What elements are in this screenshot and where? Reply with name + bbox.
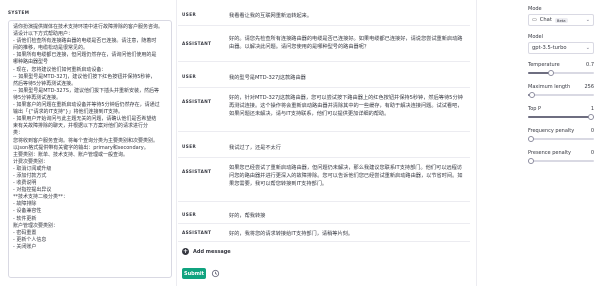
- system-label: SYSTEM: [8, 10, 30, 15]
- slider-track: [528, 160, 594, 162]
- message-role[interactable]: USER: [182, 74, 196, 79]
- message-text[interactable]: 我看看让我的互联网重新运转起来。: [229, 12, 467, 20]
- beta-badge: Beta: [554, 17, 568, 23]
- system-prompt-line: - 密码重置: [13, 229, 37, 236]
- chevron-down-icon: ⌄: [585, 17, 590, 23]
- system-prompt-textarea[interactable]: 请你扮演提供媒体在技术支持环境中进行故障排除的客户服务咨询。 请设计以下方式帮助用…: [8, 20, 172, 278]
- slider-handle[interactable]: [528, 136, 534, 142]
- message-text[interactable]: 如果您已经尝试了重新启动路由器，但问题仍未解决，那么我建议您联系IT支持部门。他…: [229, 164, 467, 188]
- mode-label: Mode: [528, 6, 542, 12]
- max-length-slider[interactable]: [528, 92, 594, 98]
- plus-icon: +: [182, 248, 189, 255]
- chat-icon: ▭: [532, 17, 537, 23]
- add-message-button[interactable]: + Add message: [182, 248, 231, 255]
- message-role[interactable]: ASSISTANT: [182, 99, 211, 104]
- presence-penalty-slider[interactable]: [528, 158, 594, 164]
- system-prompt-line: - 软件更新: [13, 215, 37, 222]
- slider-track: [528, 94, 594, 96]
- system-prompt-line: - 设备兼容性: [13, 208, 42, 215]
- panel-divider: [476, 0, 477, 286]
- slider-handle[interactable]: [528, 92, 535, 98]
- message-text[interactable]: 我的型号是MTD-327J这款路由器: [229, 74, 467, 82]
- system-prompt-line: - 添加付款方式: [13, 172, 47, 179]
- system-prompt-line: 待5分钟再测试连接。: [13, 94, 62, 101]
- slider-handle[interactable]: [548, 70, 555, 76]
- system-prompt-line: - 现在，您将建议他们如何重新启动设备：: [13, 66, 107, 73]
- system-prompt-line: - 关闭账户: [13, 243, 37, 250]
- slider-track: [528, 138, 594, 140]
- assistant-message[interactable]: ASSISTANT 如果您已经尝试了重新启动路由器，但问题仍未解决，那么我建议您联…: [178, 158, 470, 202]
- temperature-setting: Temperature 0.7: [528, 62, 594, 76]
- user-message[interactable]: USER 我的型号是MTD-327J这款路由器: [178, 62, 470, 88]
- max-length-value[interactable]: 256: [584, 84, 594, 90]
- settings-panel: Mode ▭ Chat Beta ⌄ Model gpt-3.5-turbo ⌄…: [528, 6, 594, 164]
- temperature-slider[interactable]: [528, 70, 594, 76]
- user-message[interactable]: USER 好的，帮我转接: [178, 202, 470, 224]
- max-length-label: Maximum length: [528, 84, 571, 90]
- temperature-label: Temperature: [528, 62, 560, 68]
- assistant-message[interactable]: ASSISTANT 好的，针对MTD-327J这款路由器，您可以尝试按下路由器上的…: [178, 88, 470, 132]
- user-message[interactable]: USER 我试过了，还是不太行: [178, 132, 470, 158]
- system-prompt-line: -- 如果型号是MTD-327J，建议他们按下红色按钮并保持5秒钟，: [13, 73, 156, 80]
- system-prompt-line: 哪种路由器型号: [13, 59, 49, 66]
- panel-divider: [176, 0, 177, 286]
- message-role[interactable]: ASSISTANT: [182, 169, 211, 174]
- mode-select[interactable]: ▭ Chat Beta ⌄: [528, 14, 594, 26]
- system-panel: SYSTEM 请你扮演提供媒体在技术支持环境中进行故障排除的客户服务咨询。 请设计…: [8, 10, 172, 278]
- message-text[interactable]: 我试过了，还是不太行: [229, 144, 467, 152]
- message-role[interactable]: USER: [182, 212, 196, 217]
- top-p-slider[interactable]: [528, 114, 594, 120]
- frequency-penalty-slider[interactable]: [528, 136, 594, 142]
- message-text[interactable]: 好的，帮我转接: [229, 212, 467, 220]
- system-prompt-line: 账户管理次要类别：: [13, 222, 59, 229]
- chevron-down-icon: ⌄: [585, 45, 590, 51]
- system-prompt-line: -- 如果型号是MTD-327S，建议他们拔下插头并重新安装，然后等: [13, 87, 159, 94]
- model-select[interactable]: gpt-3.5-turbo ⌄: [528, 42, 594, 54]
- model-label: Model: [528, 34, 544, 40]
- slider-fill: [528, 116, 594, 118]
- message-role[interactable]: USER: [182, 12, 196, 17]
- add-message-label: Add message: [193, 248, 231, 255]
- message-role[interactable]: ASSISTANT: [182, 41, 211, 46]
- max-length-setting: Maximum length 256: [528, 84, 594, 98]
- system-prompt-line: 束有关故障排除的聊天，并根据以下方案对他们的请求进行分: [13, 123, 149, 130]
- history-icon[interactable]: [211, 269, 220, 278]
- presence-penalty-setting: Presence penalty 0: [528, 150, 594, 164]
- top-p-label: Top P: [528, 106, 542, 112]
- presence-penalty-label: Presence penalty: [528, 150, 572, 156]
- presence-penalty-value[interactable]: 0: [591, 150, 594, 156]
- assistant-message[interactable]: ASSISTANT 好的。请您先检查所有连接路由器的电缆是否已连接好。如果电缆都已…: [178, 26, 470, 62]
- system-prompt-line: - 更新个人信息: [13, 236, 47, 243]
- system-prompt-line: 计费次要类别：: [13, 158, 49, 165]
- slider-handle[interactable]: [528, 158, 534, 164]
- model-value: gpt-3.5-turbo: [532, 45, 567, 51]
- frequency-penalty-setting: Frequency penalty 0: [528, 128, 594, 142]
- submit-button[interactable]: Submit: [182, 268, 206, 279]
- user-message[interactable]: USER 我看看让我的互联网重新运转起来。: [178, 0, 470, 26]
- system-prompt-line: 主要类别：账单、技术支持、账户管理或一般查询。: [13, 151, 129, 158]
- system-prompt-line: 类：: [13, 130, 24, 137]
- message-text[interactable]: 好的。请您先检查所有连接路由器的电缆是否已连接好。如果电缆都已连接好，请说您尝试…: [229, 35, 467, 51]
- system-prompt-line: 您将收到客户服务查询。将每个查询分类为主要类别和次要类别。: [13, 137, 159, 144]
- message-text[interactable]: 好的，我将您的请求转接给IT支持部门，请稍等片刻。: [229, 230, 467, 238]
- message-role[interactable]: USER: [182, 144, 196, 149]
- top-p-setting: Top P 1: [528, 106, 594, 120]
- system-prompt-line: 以json格式提供带有关键字的输出：primary和secondary。: [13, 144, 149, 151]
- conversation-panel: USER 我看看让我的互联网重新运转起来。 ASSISTANT 好的。请您先检查所有连…: [178, 0, 476, 286]
- system-prompt-line: **技术支持二级分类**：: [13, 194, 69, 201]
- mode-value: Chat: [539, 17, 552, 23]
- assistant-message[interactable]: ASSISTANT 好的，我将您的请求转接给IT支持部门，请稍等片刻。: [178, 224, 470, 242]
- top-p-value[interactable]: 1: [591, 106, 594, 112]
- system-prompt-line: 然后等待5分钟再测试连接。: [13, 80, 77, 87]
- frequency-penalty-value[interactable]: 0: [591, 128, 594, 134]
- frequency-penalty-label: Frequency penalty: [528, 128, 575, 134]
- slider-handle[interactable]: [588, 114, 594, 120]
- message-role[interactable]: ASSISTANT: [182, 230, 211, 235]
- message-text[interactable]: 好的，针对MTD-327J这款路由器，您可以尝试按下路由器上的红色按钮并保持5秒…: [229, 94, 467, 118]
- temperature-value[interactable]: 0.7: [586, 62, 594, 68]
- system-prompt-line: - 取消订阅或升级: [13, 165, 52, 172]
